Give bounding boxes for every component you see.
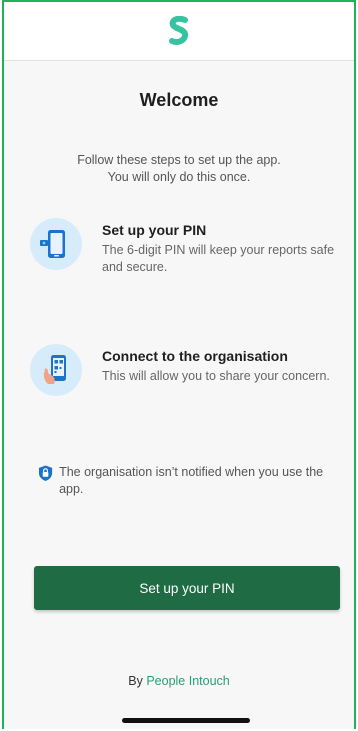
intro-text: Follow these steps to set up the app. Yo… [34, 152, 324, 186]
step-connect-organisation: Connect to the organisation This will al… [30, 344, 336, 396]
intro-line-2: You will only do this once. [107, 170, 251, 184]
top-bar [4, 2, 354, 61]
page-title: Welcome [139, 90, 219, 110]
setup-pin-button[interactable]: Set up your PIN [34, 566, 340, 610]
footer-prefix: By [128, 674, 143, 688]
shield-lock-icon [38, 465, 53, 482]
app-frame: Welcome Follow these steps to set up the… [2, 0, 356, 729]
notice-text: The organisation isn’t notified when you… [59, 465, 324, 496]
qr-scan-icon [30, 344, 82, 396]
phone-pin-icon [30, 218, 82, 270]
step-description: This will allow you to share your concer… [102, 369, 330, 383]
step-title: Set up your PIN [102, 222, 207, 238]
home-indicator[interactable] [122, 718, 250, 723]
step-title: Connect to the organisation [102, 348, 288, 364]
step-description: The 6-digit PIN will keep your reports s… [102, 243, 335, 274]
footer-attribution: By People Intouch [4, 674, 354, 688]
step-setup-pin: Set up your PIN The 6-digit PIN will kee… [30, 218, 336, 276]
people-intouch-link[interactable]: People Intouch [146, 674, 229, 688]
intro-line-1: Follow these steps to set up the app. [77, 153, 281, 167]
privacy-notice: The organisation isn’t notified when you… [38, 464, 334, 498]
app-logo-s-icon [169, 16, 189, 46]
